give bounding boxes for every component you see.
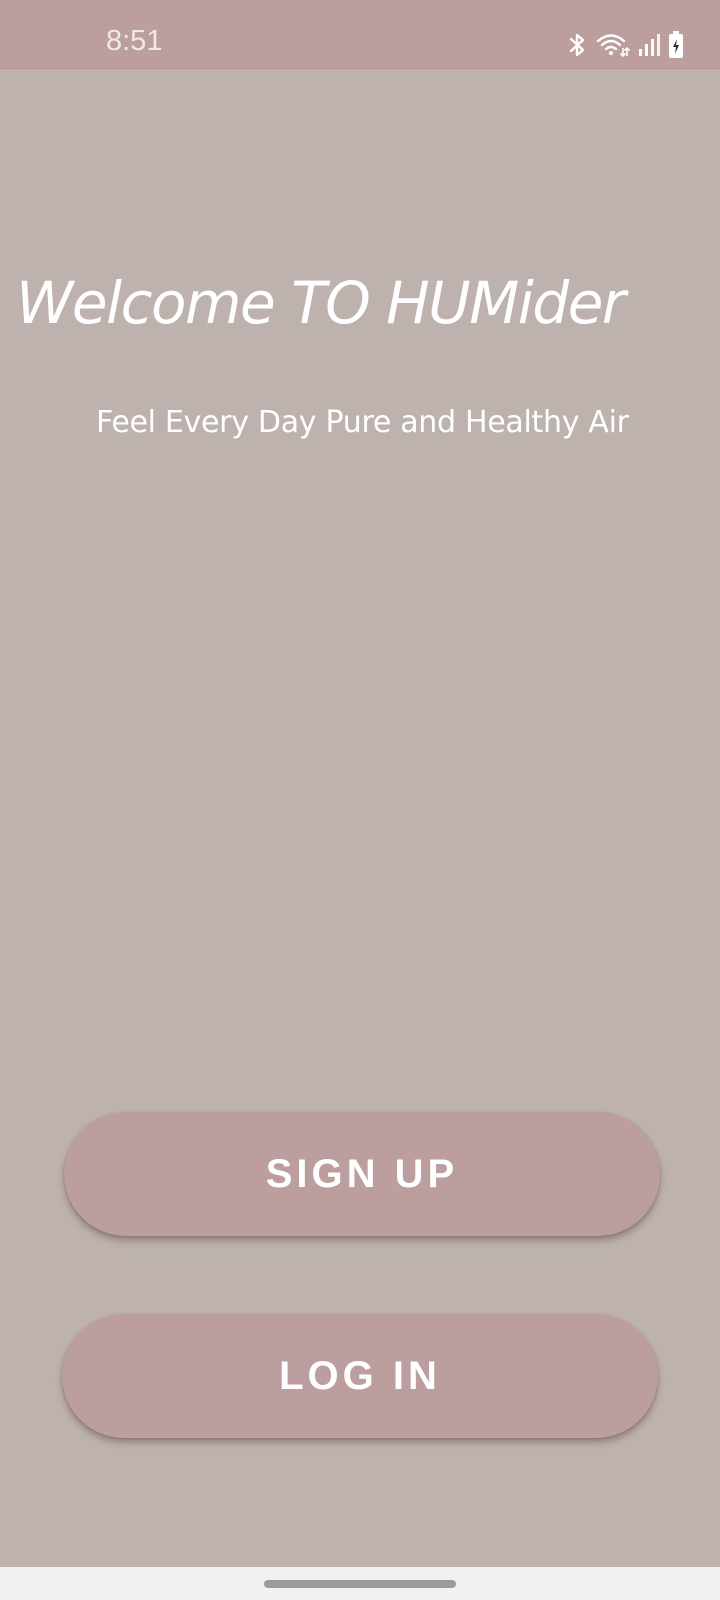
bluetooth-icon [566,32,588,58]
signal-icon [638,33,660,57]
status-time: 8:51 [106,25,163,57]
tagline: Feel Every Day Pure and Healthy Air [96,405,629,440]
wifi-icon [596,32,630,58]
welcome-title: Welcome TO HUMider [16,269,626,337]
battery-charging-icon [668,31,684,59]
sign-up-button[interactable]: SIGN UP [64,1112,660,1236]
home-gesture-handle[interactable] [264,1580,456,1588]
navigation-bar [0,1567,720,1600]
sign-up-label: SIGN UP [265,1151,459,1196]
status-icons [566,30,684,60]
log-in-button[interactable]: LOG IN [62,1314,658,1438]
status-bar: 8:51 [0,0,720,69]
log-in-label: LOG IN [279,1353,441,1398]
